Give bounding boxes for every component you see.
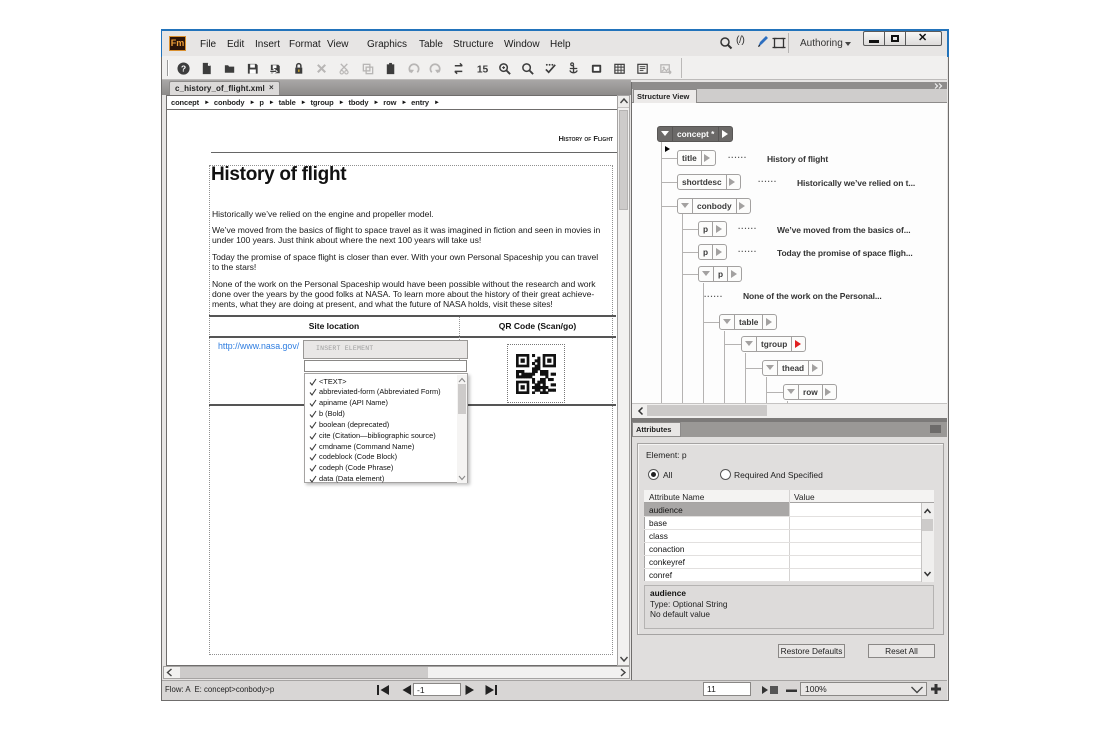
svg-text:15: 15 [477,64,489,75]
svg-text:?: ? [181,63,186,73]
